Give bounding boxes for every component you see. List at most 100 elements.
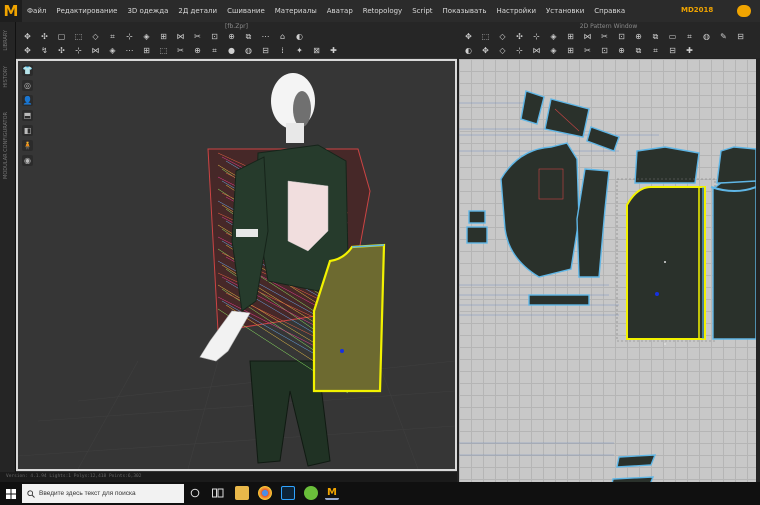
2d-row1-tool-7-icon[interactable]: ⋈ [582, 32, 593, 41]
menu-avatar[interactable]: Аватар [322, 7, 358, 15]
viewport-tool-4-icon[interactable]: ◧ [22, 125, 33, 136]
3d-row2-tool-17-icon[interactable]: ⊠ [311, 46, 322, 55]
menu-materials[interactable]: Материалы [270, 7, 322, 15]
menu-sewing[interactable]: Сшивание [222, 7, 270, 15]
chrome-icon[interactable] [258, 486, 272, 500]
2d-row1-tool-12-icon[interactable]: ▭ [667, 32, 678, 41]
2d-row2-tool-1-icon[interactable]: ✥ [480, 46, 491, 55]
2d-row2-tool-13-icon[interactable]: ✚ [684, 46, 695, 55]
3d-row2-tool-5-icon[interactable]: ◈ [107, 46, 118, 55]
3d-row1-tool-2-icon[interactable]: ▢ [56, 32, 67, 41]
menu-retopology[interactable]: Retopology [358, 7, 407, 15]
menu-script[interactable]: Script [407, 7, 437, 15]
3d-row2-tool-1-icon[interactable]: ↯ [39, 46, 50, 55]
start-button[interactable] [0, 482, 22, 505]
3d-row2-tool-15-icon[interactable]: ⁞ [277, 46, 288, 55]
photoshop-icon[interactable] [281, 486, 295, 500]
clo-app-icon[interactable] [304, 486, 318, 500]
2d-row1-tool-16-icon[interactable]: ⊟ [735, 32, 746, 41]
2d-row2-tool-2-icon[interactable]: ◇ [497, 46, 508, 55]
3d-row2-tool-7-icon[interactable]: ⊞ [141, 46, 152, 55]
3d-row1-tool-14-icon[interactable]: ⋯ [260, 32, 271, 41]
2d-row1-tool-13-icon[interactable]: ⌗ [684, 32, 695, 41]
2d-row2-tool-10-icon[interactable]: ⧉ [633, 46, 644, 55]
3d-row1-tool-5-icon[interactable]: ⌗ [107, 32, 118, 41]
2d-row2-tool-5-icon[interactable]: ◈ [548, 46, 559, 55]
3d-row2-tool-13-icon[interactable]: ◍ [243, 46, 254, 55]
3d-row1-tool-16-icon[interactable]: ◐ [294, 32, 305, 41]
2d-row1-tool-1-icon[interactable]: ⬚ [480, 32, 491, 41]
multitask-icon[interactable] [212, 488, 224, 498]
menu-file[interactable]: Файл [22, 7, 51, 15]
viewport-tool-0-icon[interactable]: 👕 [22, 65, 33, 76]
tab-modular-configurator[interactable]: MODULAR CONFIGURATOR [3, 112, 9, 179]
menu-2d-pattern[interactable]: 2Д детали [173, 7, 222, 15]
user-account-icon[interactable] [737, 5, 751, 17]
3d-row1-tool-11-icon[interactable]: ⊡ [209, 32, 220, 41]
2d-row1-tool-5-icon[interactable]: ◈ [548, 32, 559, 41]
2d-row2-tool-12-icon[interactable]: ⊟ [667, 46, 678, 55]
2d-row1-tool-4-icon[interactable]: ⊹ [531, 32, 542, 41]
3d-row2-tool-12-icon[interactable]: ● [226, 46, 237, 55]
3d-row2-tool-18-icon[interactable]: ✚ [328, 46, 339, 55]
3d-row1-tool-7-icon[interactable]: ◈ [141, 32, 152, 41]
tab-library[interactable]: LIBRARY [3, 30, 9, 51]
2d-row2-tool-11-icon[interactable]: ⌗ [650, 46, 661, 55]
selected-pattern-2d[interactable] [616, 178, 716, 345]
3d-row1-tool-15-icon[interactable]: ⌂ [277, 32, 288, 41]
marvelous-designer-taskbar-icon[interactable]: M [325, 486, 339, 500]
3d-row2-tool-10-icon[interactable]: ⊕ [192, 46, 203, 55]
3d-row2-tool-3-icon[interactable]: ⊹ [73, 46, 84, 55]
menu-3d-garment[interactable]: 3D одежда [122, 7, 173, 15]
2d-row1-tool-2-icon[interactable]: ◇ [497, 32, 508, 41]
2d-row1-tool-11-icon[interactable]: ⧉ [650, 32, 661, 41]
3d-row1-tool-13-icon[interactable]: ⧉ [243, 32, 254, 41]
2d-row1-tool-14-icon[interactable]: ◍ [701, 32, 712, 41]
2d-row2-tool-4-icon[interactable]: ⋈ [531, 46, 542, 55]
pattern-canvas[interactable] [459, 59, 756, 496]
3d-row2-tool-8-icon[interactable]: ⬚ [158, 46, 169, 55]
viewport-tool-2-icon[interactable]: 👤 [22, 95, 33, 106]
3d-row2-tool-6-icon[interactable]: ⋯ [124, 46, 135, 55]
3d-row1-tool-10-icon[interactable]: ✂ [192, 32, 203, 41]
task-view-icon[interactable] [190, 488, 200, 498]
viewport-tool-1-icon[interactable]: ◎ [22, 80, 33, 91]
menu-preferences[interactable]: Установки [541, 7, 589, 15]
3d-row2-tool-0-icon[interactable]: ✥ [22, 46, 33, 55]
2d-row1-tool-10-icon[interactable]: ⊕ [633, 32, 644, 41]
viewport-tool-6-icon[interactable]: ◉ [22, 155, 33, 166]
2d-row2-tool-0-icon[interactable]: ◐ [463, 46, 474, 55]
2d-row2-tool-3-icon[interactable]: ⊹ [514, 46, 525, 55]
2d-row1-tool-9-icon[interactable]: ⊡ [616, 32, 627, 41]
3d-row1-tool-12-icon[interactable]: ⊕ [226, 32, 237, 41]
2d-row2-tool-8-icon[interactable]: ⊡ [599, 46, 610, 55]
3d-row1-tool-6-icon[interactable]: ⊹ [124, 32, 135, 41]
3d-row2-tool-9-icon[interactable]: ✂ [175, 46, 186, 55]
file-explorer-icon[interactable] [235, 486, 249, 500]
viewport-tool-5-icon[interactable]: 🧍 [22, 140, 33, 151]
menu-display[interactable]: Показывать [438, 7, 492, 15]
2d-row1-tool-6-icon[interactable]: ⊞ [565, 32, 576, 41]
3d-row2-tool-16-icon[interactable]: ✦ [294, 46, 305, 55]
3d-row1-tool-3-icon[interactable]: ⬚ [73, 32, 84, 41]
2d-row1-tool-8-icon[interactable]: ✂ [599, 32, 610, 41]
3d-row1-tool-8-icon[interactable]: ⊞ [158, 32, 169, 41]
menu-help[interactable]: Справка [589, 7, 630, 15]
3d-row1-tool-0-icon[interactable]: ✥ [22, 32, 33, 41]
2d-row1-tool-15-icon[interactable]: ✎ [718, 32, 729, 41]
3d-row1-tool-4-icon[interactable]: ◇ [90, 32, 101, 41]
2d-row2-tool-7-icon[interactable]: ✂ [582, 46, 593, 55]
3d-row2-tool-11-icon[interactable]: ⌗ [209, 46, 220, 55]
menu-edit[interactable]: Редактирование [51, 7, 122, 15]
3d-row2-tool-2-icon[interactable]: ✣ [56, 46, 67, 55]
3d-viewport[interactable]: 👕 ◎ 👤 ⬒ ◧ 🧍 ◉ [16, 59, 457, 471]
2d-row1-tool-0-icon[interactable]: ✥ [463, 32, 474, 41]
viewport-tool-3-icon[interactable]: ⬒ [22, 110, 33, 121]
2d-row2-tool-6-icon[interactable]: ⊞ [565, 46, 576, 55]
3d-row2-tool-14-icon[interactable]: ⊟ [260, 46, 271, 55]
2d-row2-tool-9-icon[interactable]: ⊕ [616, 46, 627, 55]
3d-row1-tool-1-icon[interactable]: ✣ [39, 32, 50, 41]
tab-history[interactable]: HISTORY [3, 66, 9, 88]
2d-row1-tool-3-icon[interactable]: ✣ [514, 32, 525, 41]
taskbar-search-box[interactable]: Введите здесь текст для поиска [22, 484, 184, 503]
